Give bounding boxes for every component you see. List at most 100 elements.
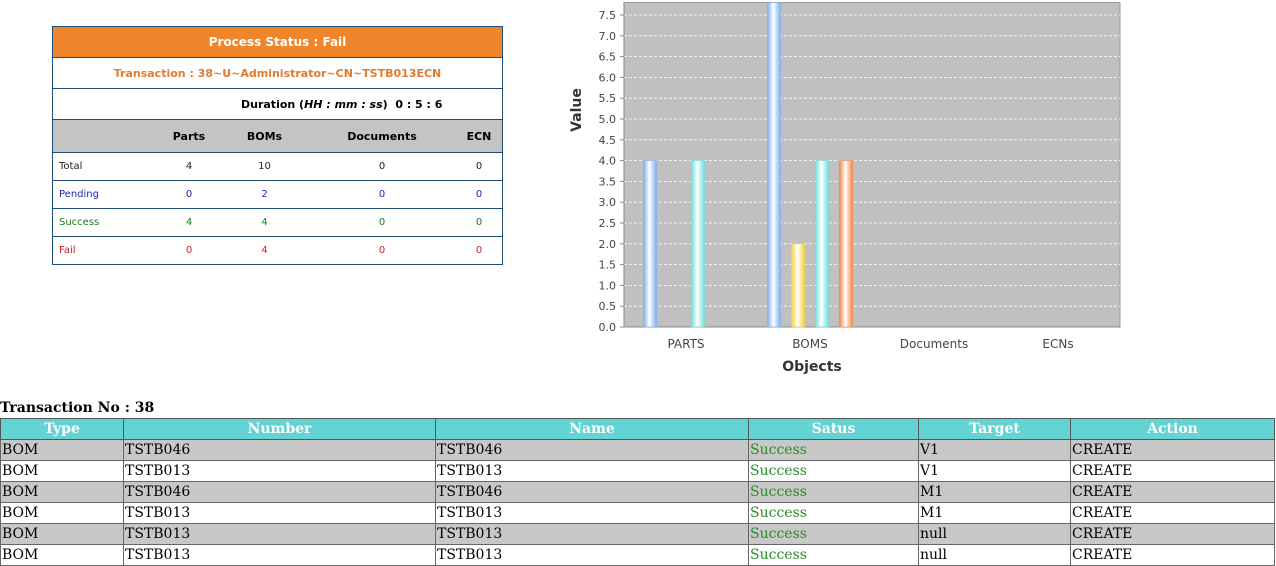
- y-tick-label: 5.0: [599, 113, 617, 126]
- table-cell: BOM: [0, 481, 124, 503]
- table-cell: TSTB046: [435, 481, 749, 503]
- cell: 4: [221, 208, 308, 237]
- table-cell: BOM: [0, 439, 124, 461]
- y-tick-label: 0.0: [599, 321, 617, 334]
- table-cell: TSTB046: [123, 439, 436, 461]
- table-row: BOM TSTB013 TSTB013 Success M1 CREATE: [0, 502, 1275, 524]
- x-axis-label: Objects: [782, 359, 842, 375]
- x-tick-label: PARTS: [667, 337, 704, 351]
- table-cell: V1: [918, 460, 1071, 482]
- detail-header-row: Type Number Name Satus Target Action: [0, 418, 1275, 440]
- cell: 2: [221, 180, 308, 209]
- table-cell: Success: [748, 481, 919, 503]
- row-label: Fail: [59, 245, 76, 256]
- y-tick-label: 1.0: [599, 279, 617, 292]
- table-cell: M1: [918, 481, 1071, 503]
- table-cell: Success: [748, 460, 919, 482]
- column-header-status: Satus: [748, 418, 919, 440]
- duration-suffix: ): [382, 97, 388, 111]
- table-cell: Success: [748, 439, 919, 461]
- table-cell: TSTB013: [123, 544, 436, 566]
- row-label: Total: [53, 152, 157, 181]
- table-cell: CREATE: [1070, 502, 1275, 524]
- bar: [691, 160, 705, 328]
- table-cell: TSTB013: [123, 502, 436, 524]
- table-row: BOM TSTB013 TSTB013 Success null CREATE: [0, 523, 1275, 545]
- y-tick-label: 6.5: [599, 51, 617, 64]
- objects-bar-chart: 0.0 0.5 1.0 1.5 2.0 2.5 3.0 3.5 4.0 4.5 5.0 5.5 6.0 6…: [569, 2, 1121, 375]
- y-tick-label: 6.0: [599, 71, 617, 84]
- bar: [767, 2, 781, 328]
- table-cell: CREATE: [1070, 460, 1275, 482]
- summary-row-pending: Pending 0 2 0 0: [53, 180, 502, 209]
- table-cell: TSTB046: [123, 481, 436, 503]
- table-cell: Success: [748, 544, 919, 566]
- bar: [643, 160, 657, 328]
- cell: 0: [308, 152, 456, 181]
- table-cell: V1: [918, 439, 1071, 461]
- summary-row-total: Total 4 10 0 0: [53, 152, 502, 181]
- y-tick-label: 5.5: [599, 92, 617, 105]
- bar: [839, 160, 853, 328]
- table-cell: BOM: [0, 460, 124, 482]
- summary-header-parts: Parts: [157, 120, 221, 153]
- transaction-info: Transaction : 38~U~Administrator~CN~TSTB…: [53, 58, 502, 89]
- table-row: BOM TSTB046 TSTB046 Success M1 CREATE: [0, 481, 1275, 503]
- transaction-number-title: Transaction No : 38: [0, 400, 155, 416]
- table-cell: TSTB013: [435, 502, 749, 524]
- cell: 0: [456, 180, 502, 209]
- summary-header-boms: BOMs: [221, 120, 308, 153]
- y-tick-label: 4.0: [599, 155, 617, 168]
- transaction-detail-table: Type Number Name Satus Target Action BOM…: [0, 418, 1275, 566]
- table-cell: CREATE: [1070, 481, 1275, 503]
- table-cell: CREATE: [1070, 439, 1275, 461]
- x-tick-label: ECNs: [1042, 337, 1073, 351]
- cell: 0: [456, 152, 502, 181]
- table-cell: CREATE: [1070, 544, 1275, 566]
- table-cell: M1: [918, 502, 1071, 524]
- table-row: BOM TSTB013 TSTB013 Success null CREATE: [0, 544, 1275, 566]
- column-header-number: Number: [123, 418, 436, 440]
- y-tick-label: 3.0: [599, 196, 617, 209]
- cell: 4: [157, 152, 221, 181]
- y-tick-label: 1.5: [599, 259, 617, 272]
- table-cell: TSTB013: [123, 523, 436, 545]
- duration-value: 0 : 5 : 6: [395, 97, 443, 111]
- table-cell: BOM: [0, 502, 124, 524]
- cell: 0: [308, 180, 456, 209]
- table-cell: TSTB013: [123, 460, 436, 482]
- process-status-header: Process Status : Fail: [53, 27, 502, 58]
- y-tick-label: 2.0: [599, 238, 617, 251]
- summary-header-documents: Documents: [308, 120, 456, 153]
- bar: [791, 243, 805, 328]
- column-header-type: Type: [0, 418, 124, 440]
- summary-counts-table: Parts BOMs Documents ECN Total 4 10 0 0 …: [53, 120, 502, 264]
- y-tick-label: 2.5: [599, 217, 617, 230]
- row-label: Success: [53, 208, 157, 237]
- table-cell: null: [918, 544, 1071, 566]
- cell: 0: [308, 208, 456, 237]
- table-cell: TSTB013: [435, 544, 749, 566]
- table-cell: TSTB046: [435, 439, 749, 461]
- table-row: BOM TSTB046 TSTB046 Success V1 CREATE: [0, 439, 1275, 461]
- y-tick-label: 7.5: [599, 9, 617, 22]
- y-tick-label: 3.5: [599, 175, 617, 188]
- table-cell: BOM: [0, 544, 124, 566]
- table-cell: TSTB013: [435, 523, 749, 545]
- bar: [815, 160, 829, 328]
- y-axis-label: Value: [569, 88, 585, 132]
- cell: 0: [378, 245, 386, 256]
- duration-format: HH : mm : ss: [304, 97, 383, 111]
- column-header-name: Name: [435, 418, 749, 440]
- cell: 0: [157, 180, 221, 209]
- y-tick-label: 0.5: [599, 300, 617, 313]
- summary-header-ecn: ECN: [456, 120, 502, 153]
- table-cell: null: [918, 523, 1071, 545]
- table-cell: Success: [748, 502, 919, 524]
- summary-row-fail: Fail 0 4 0 0: [53, 237, 502, 265]
- cell: 4: [157, 208, 221, 237]
- table-row: BOM TSTB013 TSTB013 Success V1 CREATE: [0, 460, 1275, 482]
- cell: 0: [456, 208, 502, 237]
- table-cell: BOM: [0, 523, 124, 545]
- summary-header-blank: [53, 120, 157, 153]
